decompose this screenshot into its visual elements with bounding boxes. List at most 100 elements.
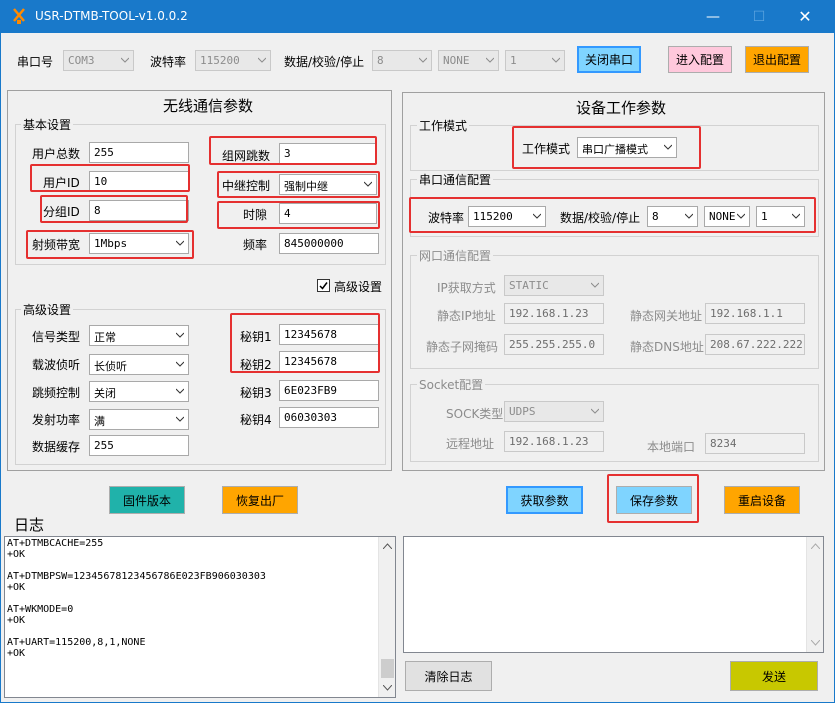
sock-type-select[interactable]: UDPS	[504, 401, 604, 422]
basic-settings-title: 基本设置	[21, 116, 74, 133]
chevron-down-icon	[364, 181, 372, 187]
log-line: AT+UART=115200,8,1,NONE	[7, 637, 146, 648]
stop-bits-select[interactable]: 1	[505, 50, 565, 71]
restart-device-button[interactable]: 重启设备	[724, 486, 800, 514]
get-params-button[interactable]: 获取参数	[506, 486, 583, 514]
save-params-button[interactable]: 保存参数	[616, 486, 692, 514]
cache-label: 数据缓存	[32, 440, 81, 454]
freq-label: 频率	[243, 238, 268, 252]
device-dps-label: 数据/校验/停止	[560, 211, 641, 225]
enter-config-button[interactable]: 进入配置	[668, 46, 732, 73]
gateway-label: 静态网关地址	[630, 309, 703, 323]
cache-input[interactable]: 255	[89, 435, 189, 456]
chevron-down-icon	[121, 57, 129, 63]
chevron-down-icon	[486, 57, 494, 63]
advanced-settings-title: 高级设置	[21, 301, 74, 318]
parity-select[interactable]: NONE	[438, 50, 499, 71]
close-icon[interactable]: ✕	[782, 1, 828, 33]
dns-input[interactable]: 208.67.222.222	[705, 334, 805, 355]
hops-label: 组网跳数	[222, 149, 271, 163]
socket-config-title: Socket配置	[417, 376, 486, 393]
user-id-input[interactable]: 10	[89, 171, 189, 192]
ip-mode-label: IP获取方式	[437, 281, 496, 295]
chevron-down-icon	[176, 416, 184, 422]
device-stop-bits-select[interactable]: 1	[756, 206, 805, 227]
remote-label: 远程地址	[446, 437, 495, 451]
factory-reset-button[interactable]: 恢复出厂	[222, 486, 298, 514]
baud-select[interactable]: 115200	[195, 50, 271, 71]
bandwidth-select[interactable]: 1Mbps	[89, 233, 189, 254]
sock-type-label: SOCK类型	[446, 407, 504, 421]
title-bar: USR-DTMB-TOOL-v1.0.0.2 — ☐ ✕	[1, 1, 834, 33]
chevron-down-icon	[533, 213, 541, 219]
clear-log-button[interactable]: 清除日志	[405, 661, 492, 691]
window-title: USR-DTMB-TOOL-v1.0.0.2	[35, 9, 188, 23]
log-line: +OK	[7, 549, 26, 560]
exit-config-button[interactable]: 退出配置	[745, 46, 809, 73]
close-port-button[interactable]: 关闭串口	[577, 46, 641, 73]
freq-input[interactable]: 845000000	[279, 233, 379, 254]
key3-input[interactable]: 6E023FB9	[279, 380, 379, 401]
advanced-checkbox[interactable]	[317, 279, 330, 292]
data-bits-select[interactable]: 8	[372, 50, 432, 71]
net-config-title: 网口通信配置	[417, 247, 494, 264]
chevron-down-icon	[419, 57, 427, 63]
send-button[interactable]: 发送	[730, 661, 818, 691]
total-users-label: 用户总数	[32, 147, 81, 161]
tx-power-select[interactable]: 满	[89, 409, 189, 430]
gateway-input[interactable]: 192.168.1.1	[705, 303, 805, 324]
send-input[interactable]	[403, 536, 824, 653]
chevron-down-icon	[176, 240, 184, 246]
app-window: USR-DTMB-TOOL-v1.0.0.2 — ☐ ✕ 串口号 COM3 波特…	[0, 0, 835, 703]
serial-config-title: 串口通信配置	[417, 171, 494, 188]
dns-label: 静态DNS地址	[630, 340, 704, 354]
log-scrollbar[interactable]	[378, 537, 395, 697]
tx-power-label: 发射功率	[32, 413, 81, 427]
device-data-bits-select[interactable]: 8	[647, 206, 698, 227]
group-id-input[interactable]: 8	[89, 200, 189, 221]
work-mode-group-title: 工作模式	[417, 117, 470, 134]
static-ip-input[interactable]: 192.168.1.23	[504, 303, 604, 324]
maximize-icon[interactable]: ☐	[736, 1, 782, 33]
work-mode-select[interactable]: 串口广播模式	[577, 137, 677, 158]
advanced-checkbox-label: 高级设置	[334, 280, 383, 294]
hop-ctrl-label: 跳频控制	[32, 386, 81, 400]
key2-label: 秘钥2	[240, 358, 272, 372]
scroll-down-icon[interactable]	[383, 685, 392, 691]
carrier-select[interactable]: 长侦听	[89, 354, 189, 375]
mask-input[interactable]: 255.255.255.0	[504, 334, 604, 355]
scroll-up-icon[interactable]	[383, 543, 392, 549]
signal-type-select[interactable]: 正常	[89, 325, 189, 346]
wireless-params-title: 无线通信参数	[163, 97, 254, 115]
key1-input[interactable]: 12345678	[279, 324, 379, 345]
carrier-label: 载波侦听	[32, 358, 81, 372]
hop-ctrl-select[interactable]: 关闭	[89, 381, 189, 402]
port-label: 串口号	[17, 55, 54, 69]
local-port-input[interactable]: 8234	[705, 433, 805, 454]
remote-input[interactable]: 192.168.1.23	[504, 431, 604, 452]
minimize-icon[interactable]: —	[690, 1, 736, 33]
hops-input[interactable]: 3	[279, 143, 377, 164]
checkmark-icon	[319, 282, 328, 290]
relay-select[interactable]: 强制中继	[279, 174, 377, 195]
total-users-input[interactable]: 255	[89, 142, 189, 163]
scroll-up-icon[interactable]	[811, 543, 820, 549]
slot-input[interactable]: 4	[279, 203, 377, 224]
log-output[interactable]: AT+DTMBCACHE=255 +OK AT+DTMBPSW=12345678…	[4, 536, 396, 698]
port-select[interactable]: COM3	[63, 50, 134, 71]
ip-mode-select[interactable]: STATIC	[504, 275, 604, 296]
slot-label: 时隙	[243, 208, 268, 222]
key4-input[interactable]: 06030303	[279, 407, 379, 428]
send-scrollbar[interactable]	[806, 537, 823, 652]
log-line: +OK	[7, 615, 26, 626]
key1-label: 秘钥1	[240, 330, 272, 344]
firmware-version-button[interactable]: 固件版本	[109, 486, 185, 514]
key2-input[interactable]: 12345678	[279, 351, 379, 372]
chevron-down-icon	[258, 57, 266, 63]
scroll-down-icon[interactable]	[811, 640, 820, 646]
device-parity-select[interactable]: NONE	[704, 206, 750, 227]
device-baud-select[interactable]: 115200	[468, 206, 546, 227]
scroll-thumb[interactable]	[381, 659, 394, 678]
